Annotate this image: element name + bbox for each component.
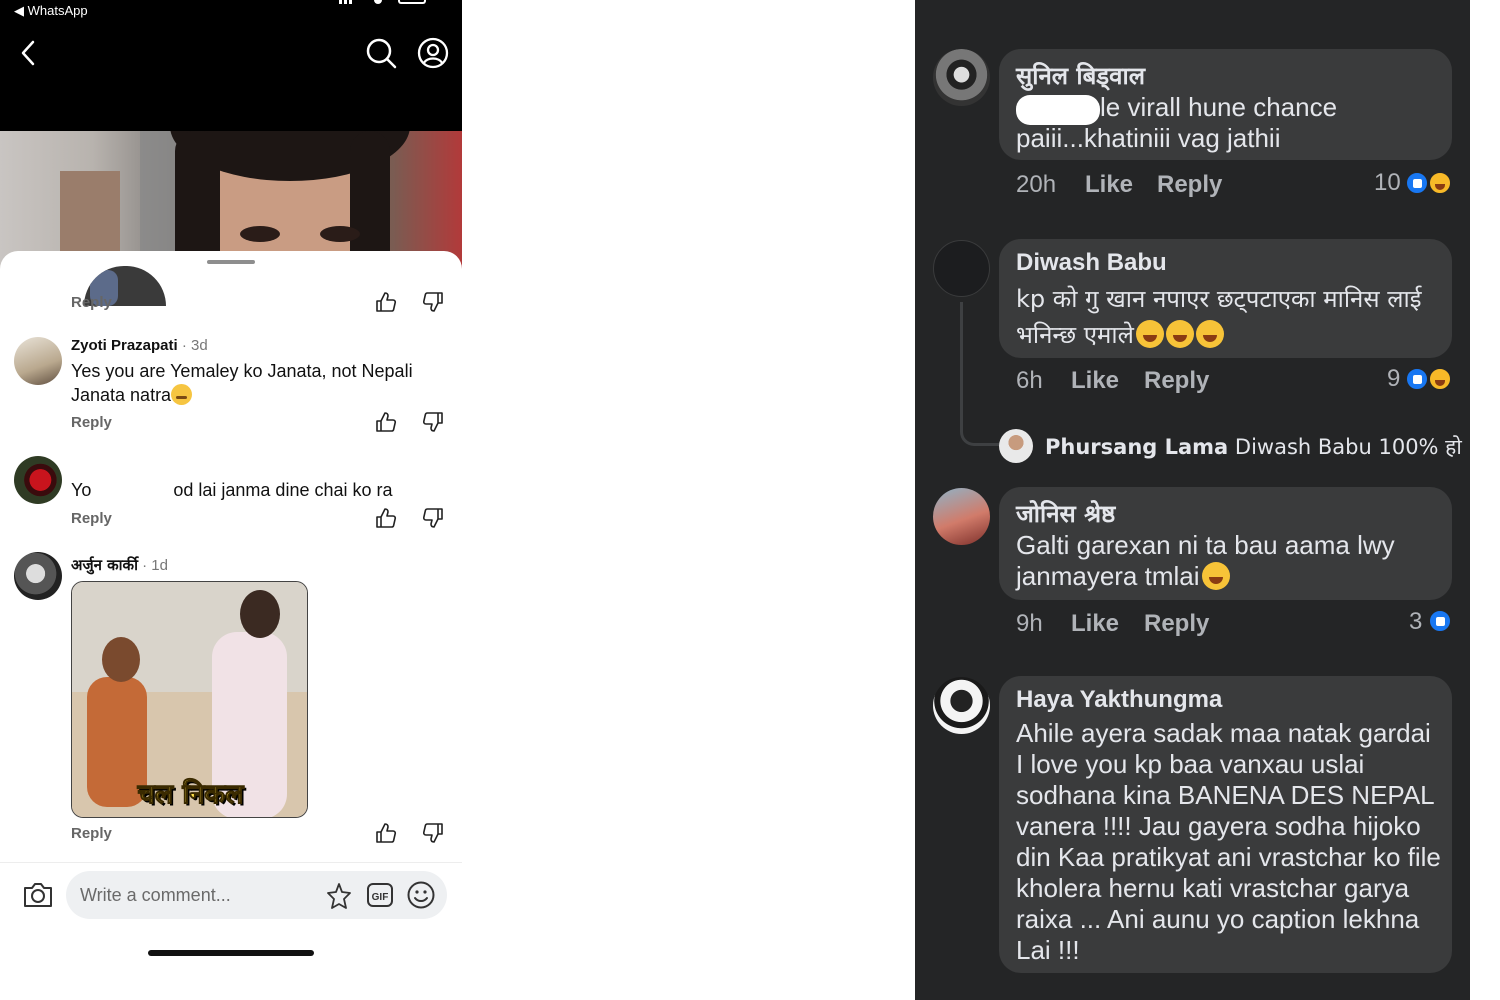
search-icon[interactable] [364,36,398,70]
like-button[interactable]: Like [1085,171,1133,199]
reaction-count[interactable]: 9 [1387,365,1400,393]
smirk-emoji-icon [171,384,193,405]
thumbs-up-icon[interactable] [375,411,397,433]
like-button[interactable]: Like [1071,610,1119,638]
left-phone-screen: ◀ WhatsApp Reply Zyoti Prazapati · 3d Ye… [0,0,462,1000]
back-arrow-icon[interactable] [18,38,40,68]
comment-author[interactable]: Zyoti Prazapati · 3d [71,337,208,354]
haha-reaction-icon [1428,367,1452,391]
account-icon[interactable] [417,37,449,69]
reply-button[interactable]: Reply [71,825,112,842]
avatar[interactable] [933,677,990,734]
reply-button[interactable]: Reply [71,510,112,527]
comment-author[interactable]: जोनिस श्रेष्ठ [1016,497,1115,530]
crying-emoji-icon [1201,562,1230,590]
avatar[interactable] [999,429,1033,463]
svg-text:GIF: GIF [372,892,389,903]
sticker-icon[interactable] [324,881,354,911]
laughing-emoji-icon [1195,320,1224,348]
laughing-emoji-icon [1135,320,1164,348]
comment-bubble: सुनिल बिड्वाल le virall hune chance paii… [999,49,1452,160]
reply-button[interactable]: Reply [1157,171,1222,199]
laughing-emoji-icon [1165,320,1194,348]
like-button[interactable]: Like [1071,367,1119,395]
thumbs-up-icon[interactable] [375,822,397,844]
comment-time: 6h [1016,367,1043,394]
reply-thread-line [960,302,1000,446]
like-reaction-icon [1428,609,1452,633]
emoji-icon[interactable] [406,880,436,910]
haha-reaction-icon [1428,171,1452,195]
thumbs-up-icon[interactable] [375,291,397,313]
like-reaction-icon [1405,171,1429,195]
comment-bubble: Haya Yakthungma Ahile ayera sadak maa na… [999,676,1452,973]
gif-icon[interactable]: GIF [366,882,394,908]
status-icons [336,0,436,6]
comment-bubble: Diwash Babu kp को गु खान नपाएर छट्पटाएका… [999,239,1452,358]
comment-author[interactable]: अर्जुन कार्की · 1d [71,555,168,575]
thumbs-up-icon[interactable] [375,507,397,529]
comment-input[interactable] [80,883,320,907]
avatar[interactable] [933,488,990,545]
drag-handle[interactable] [207,260,255,264]
top-bar: ◀ WhatsApp [0,0,462,131]
comment-author[interactable]: सुनिल बिड्वाल [1016,59,1145,92]
comment-text: kp को गु खान नपाएर छट्पटाएका मानिस लाई भ… [1016,285,1422,349]
home-indicator [148,950,314,956]
divider [0,862,462,863]
video-player[interactable] [0,131,462,271]
avatar[interactable] [14,552,62,600]
thumbs-down-icon[interactable] [422,822,444,844]
avatar[interactable] [933,49,990,106]
back-to-whatsapp-link[interactable]: ◀ WhatsApp [14,3,88,19]
comment-author[interactable]: Diwash Babu [1016,249,1167,277]
comment-time: 20h [1016,171,1057,198]
camera-icon[interactable] [22,880,54,910]
comment-text: Ahile ayera sadak maa natak gardai I lov… [1016,718,1441,965]
reaction-count[interactable]: 10 [1374,169,1401,197]
comment-bubble: जोनिस श्रेष्ठ Galti garexan ni ta bau aa… [999,487,1452,600]
avatar[interactable] [14,456,62,504]
reply-button[interactable]: Reply [1144,367,1209,395]
reply-button[interactable]: Reply [1144,610,1209,638]
screenshot-collage: ◀ WhatsApp Reply Zyoti Prazapati · 3d Ye… [0,0,1500,1000]
comment-meme-image[interactable]: चल निकल [71,581,308,818]
comment-composer[interactable]: GIF [66,871,447,919]
meme-caption: चल निकल [137,779,244,811]
reply-button[interactable]: Reply [71,294,112,311]
comment-time: 9h [1016,610,1043,637]
like-reaction-icon [1405,367,1429,391]
comment-text: Yo od lai janma dine chai ko ra [71,480,393,500]
comment-author[interactable]: Haya Yakthungma [1016,686,1222,714]
thumbs-down-icon[interactable] [422,291,444,313]
comment-text: le virall hune chance paiii...khatiniii … [1016,92,1338,153]
avatar[interactable] [14,337,62,385]
reply-button[interactable]: Reply [71,414,112,431]
comment-text: Galti garexan ni ta bau aama lwy janmaye… [1016,530,1395,591]
comment-text: Yes you are Yemaley ko Janata, not Nepal… [71,361,413,405]
thumbs-down-icon[interactable] [422,507,444,529]
right-comments-panel: सुनिल बिड्वाल le virall hune chance paii… [915,0,1470,1000]
thumbs-down-icon[interactable] [422,411,444,433]
reaction-count[interactable]: 3 [1409,608,1422,636]
avatar[interactable] [933,240,990,297]
reply-preview[interactable]: Phursang Lama Diwash Babu 100% हो [1045,433,1462,461]
